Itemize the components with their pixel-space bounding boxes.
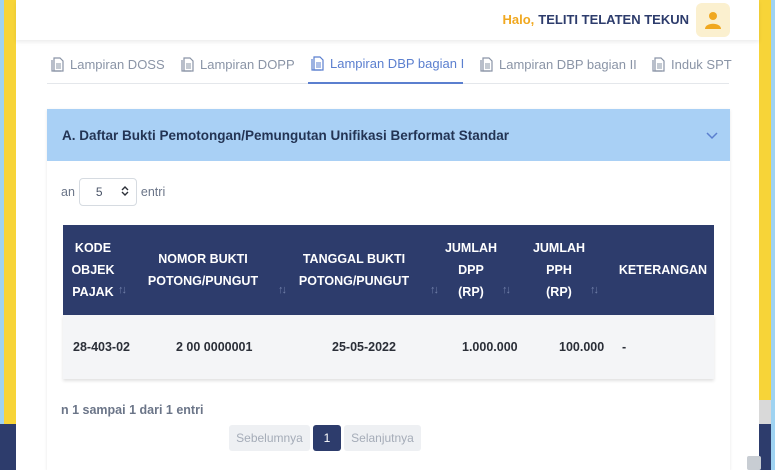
col-label-line: JUMLAH [532,241,586,255]
next-page-button[interactable]: Selanjutnya [344,425,421,451]
entries-length-control: an 5 entri [61,178,165,206]
chevron-down-icon [706,128,718,143]
col-label-line: (RP) [458,285,484,299]
cell-kode-objek: 28-403-02 [73,340,130,354]
col-label-line: POTONG/PUNGUT [298,274,410,288]
main-panel: Halo, TELITI TELATEN TEKUN Lampiran DOSS … [16,0,759,470]
col-label-line: PAJAK [72,285,114,299]
col-jumlah-pph[interactable]: JUMLAH PPH (RP) ↑↓ [529,225,599,315]
tab-label: Lampiran DOSS [70,56,165,72]
accordion-card: A. Daftar Bukti Pemotongan/Pemungutan Un… [47,109,730,470]
left-background-band [0,0,16,470]
sort-icon: ↑↓ [278,284,287,296]
left-edge-strip [0,0,4,470]
tab-label: Induk SPT [671,56,732,72]
col-label-line: POTONG/PUNGUT [147,274,259,288]
col-jumlah-dpp[interactable]: JUMLAH DPP (RP) ↑↓ [441,225,511,315]
col-label-line: KETERANGAN [618,263,708,277]
user-greeting: Halo, TELITI TELATEN TEKUN [503,12,690,27]
tab-label: Lampiran DOPP [200,56,295,72]
pagination: Sebelumnya 1 Selanjutnya [229,425,421,451]
tab-label: Lampiran DBP bagian I [330,55,465,71]
table-info: n 1 sampai 1 dari 1 entri [61,403,204,417]
sort-icon: ↑↓ [430,284,439,296]
user-name: TELITI TELATEN TEKUN [538,12,689,27]
tab-lampiran-dopp[interactable]: Lampiran DOPP [181,44,295,84]
user-icon [705,12,721,29]
top-bar: Halo, TELITI TELATEN TEKUN [16,0,759,40]
document-icon [181,56,194,72]
avatar-button[interactable] [696,3,730,37]
col-kode-objek-pajak[interactable]: KODE OBJEK PAJAK ↑↓ [63,225,127,315]
previous-page-button[interactable]: Sebelumnya [229,425,310,451]
tab-induk-spt[interactable]: Induk SPT [652,44,732,84]
select-value: 5 [95,185,103,199]
document-icon [51,56,64,72]
cell-tanggal: 25-05-2022 [332,340,396,354]
right-background-band [759,0,775,470]
sort-icon: ↑↓ [118,284,127,296]
tab-lampiran-doss[interactable]: Lampiran DOSS [51,44,165,84]
cell-keterangan: - [622,340,627,354]
col-keterangan[interactable]: KETERANGAN [618,225,708,315]
col-label-line: TANGGAL BUKTI [302,252,406,266]
resize-handle[interactable] [747,456,761,470]
sort-icon: ↑↓ [502,284,511,296]
tab-lampiran-dbp-bagian-ii[interactable]: Lampiran DBP bagian II [480,44,637,84]
select-arrows-icon [121,185,129,200]
document-icon [311,55,324,71]
col-label-line: OBJEK [71,263,115,277]
length-prefix: an [61,185,75,199]
left-footer-band [0,424,16,470]
right-edge-strip [771,0,775,470]
greeting-label: Halo, [502,12,535,27]
table-row: 28-403-02 2 00 0000001 25-05-2022 1.000.… [63,315,714,379]
tab-label: Lampiran DBP bagian II [499,56,637,72]
sort-icon: ↑↓ [590,284,599,296]
col-label-line: KODE [74,241,112,255]
length-suffix: entri [140,185,166,199]
accordion-header[interactable]: A. Daftar Bukti Pemotongan/Pemungutan Un… [47,109,730,161]
tab-bar: Lampiran DOSS Lampiran DOPP Lampiran DBP… [47,44,732,84]
page-1-button[interactable]: 1 [313,425,341,451]
col-label-line: (RP) [546,285,572,299]
col-label-line: PPH [546,263,572,277]
document-icon [480,56,493,72]
col-label-line: JUMLAH [444,241,498,255]
col-label-line: DPP [458,263,484,277]
col-nomor-bukti[interactable]: NOMOR BUKTI POTONG/PUNGUT ↑↓ [143,225,287,315]
col-label-line: NOMOR BUKTI [158,252,248,266]
cell-jumlah-pph: 100.000 [559,340,605,354]
col-tanggal-bukti[interactable]: TANGGAL BUKTI POTONG/PUNGUT ↑↓ [293,225,439,315]
cell-jumlah-dpp: 1.000.000 [462,340,518,354]
tab-lampiran-dbp-bagian-i[interactable]: Lampiran DBP bagian I [308,44,465,84]
table-header: KODE OBJEK PAJAK ↑↓ NOMOR BUKTI POTONG/PUNG… [63,225,714,315]
section-title: A. Daftar Bukti Pemotongan/Pemungutan Un… [62,127,510,143]
entries-per-page-select[interactable]: 5 [78,178,137,206]
cell-nomor-bukti: 2 00 0000001 [176,340,253,354]
document-icon [652,56,665,72]
